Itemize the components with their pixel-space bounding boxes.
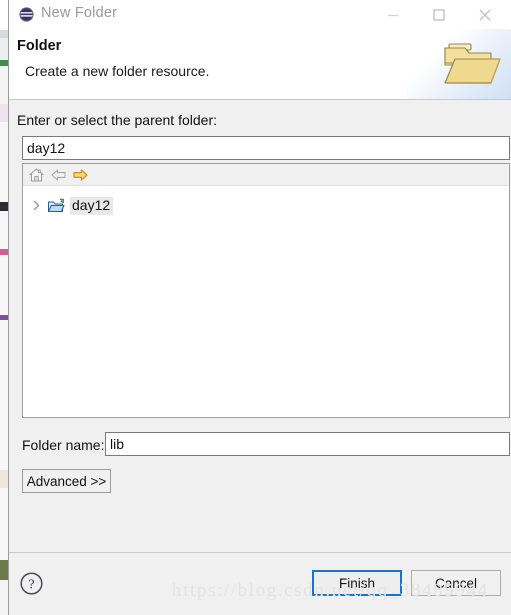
help-question-icon[interactable]: ?: [19, 571, 44, 596]
tree-item-label: day12: [70, 196, 114, 215]
dialog-footer: ? Finish Cancel: [9, 553, 511, 615]
parent-folder-label: Enter or select the parent folder:: [17, 112, 217, 128]
svg-text:?: ?: [28, 578, 34, 593]
cancel-button[interactable]: Cancel: [411, 570, 501, 596]
folder-name-label: Folder name:: [22, 437, 105, 453]
close-icon[interactable]: [463, 0, 507, 29]
advanced-button[interactable]: Advanced >>: [22, 469, 111, 493]
home-icon[interactable]: [27, 166, 46, 184]
folder-tree-panel[interactable]: day12: [22, 163, 510, 418]
title-bar: New Folder: [9, 0, 511, 29]
chevron-right-icon[interactable]: [28, 196, 45, 215]
new-folder-dialog: New Folder Folder Create a new folder re…: [8, 0, 511, 615]
tree-item-day12[interactable]: day12: [23, 196, 114, 215]
forward-arrow-icon[interactable]: [71, 166, 90, 184]
maximize-icon[interactable]: [417, 0, 461, 29]
window-title: New Folder: [41, 5, 118, 21]
eclipse-logo-icon: [19, 7, 34, 22]
back-arrow-icon[interactable]: [49, 166, 68, 184]
folder-tree-body[interactable]: day12: [23, 187, 509, 417]
page-title: Folder: [17, 38, 62, 54]
dialog-header: Folder Create a new folder resource.: [9, 29, 511, 100]
folder-icon: [47, 198, 65, 214]
page-description: Create a new folder resource.: [25, 63, 210, 79]
open-folder-icon: [438, 39, 504, 91]
tree-toolbar: [23, 164, 509, 186]
parent-folder-input[interactable]: [22, 136, 510, 160]
finish-button[interactable]: Finish: [312, 570, 402, 596]
minimize-icon[interactable]: [371, 0, 415, 29]
folder-name-input[interactable]: [105, 432, 510, 456]
